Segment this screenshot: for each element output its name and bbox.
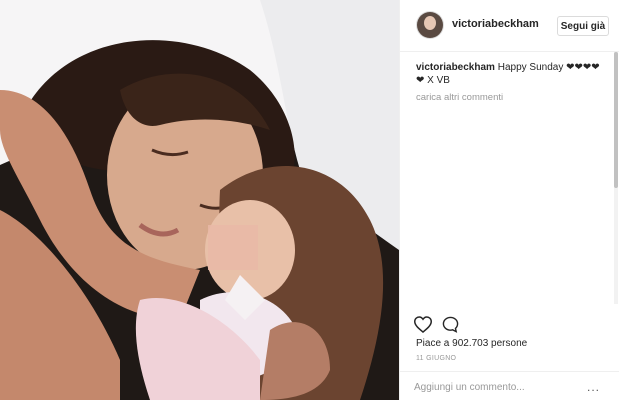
- add-comment-bar: ...: [400, 371, 619, 400]
- post-date: 11 GIUGNO: [416, 355, 457, 362]
- more-options-icon[interactable]: ...: [587, 380, 600, 394]
- caption: victoriabeckham Happy Sunday ❤❤❤❤❤ X VB: [416, 61, 600, 87]
- post-header: victoriabeckham Segui già: [400, 0, 619, 52]
- speech-bubble-icon[interactable]: [442, 316, 459, 338]
- post-actions: [413, 316, 614, 338]
- username-link[interactable]: victoriabeckham: [452, 18, 539, 30]
- heart-outline-icon[interactable]: [413, 316, 433, 338]
- scrollbar-thumb[interactable]: [614, 52, 618, 188]
- load-more-comments[interactable]: carica altri commenti: [416, 92, 503, 103]
- comments-scrollbar[interactable]: [614, 52, 618, 304]
- photo-illustration: [0, 0, 399, 400]
- likes-count[interactable]: Piace a 902.703 persone: [416, 338, 527, 349]
- post-photo[interactable]: [0, 0, 399, 400]
- post-sidebar: victoriabeckham Segui già victoriabeckha…: [399, 0, 619, 400]
- caption-username[interactable]: victoriabeckham: [416, 62, 495, 73]
- avatar[interactable]: [417, 12, 443, 38]
- add-comment-input[interactable]: [414, 379, 564, 395]
- following-button[interactable]: Segui già: [557, 16, 609, 36]
